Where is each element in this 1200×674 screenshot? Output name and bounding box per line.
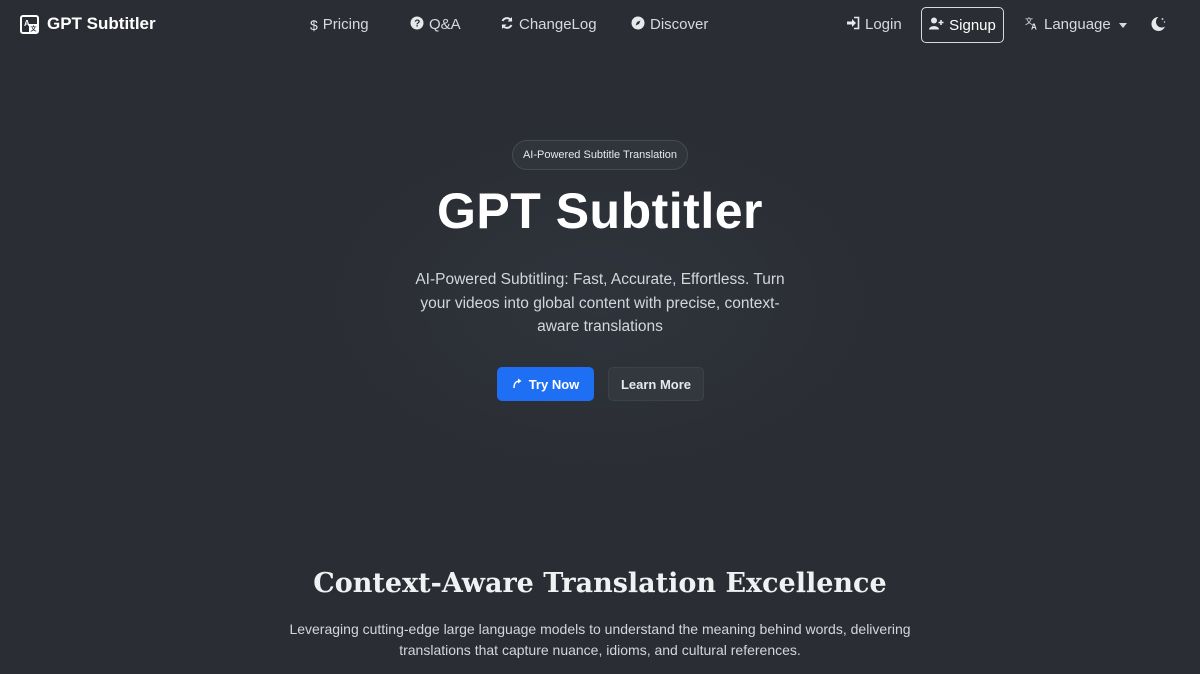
nav-changelog-label: ChangeLog bbox=[519, 16, 597, 33]
nav-pricing-label: Pricing bbox=[322, 16, 369, 33]
page: A 文 GPT Subtitler $ Pricing ? Q&A Change… bbox=[0, 0, 1200, 674]
chevron-down-icon bbox=[1118, 23, 1127, 28]
nav-discover[interactable]: Discover bbox=[631, 16, 731, 33]
nav-discover-label: Discover bbox=[650, 16, 709, 33]
login-arrow-icon bbox=[846, 16, 860, 33]
learn-more-button[interactable]: Learn More bbox=[608, 367, 704, 401]
language-dropdown[interactable]: 文A Language bbox=[1025, 16, 1127, 33]
signup-label: Signup bbox=[949, 16, 996, 34]
try-now-button[interactable]: Try Now bbox=[497, 367, 594, 401]
try-now-label: Try Now bbox=[528, 376, 580, 392]
hero-title: GPT Subtitler bbox=[437, 183, 763, 239]
moon-stars-icon bbox=[1149, 16, 1167, 37]
signup-button[interactable]: Signup bbox=[921, 7, 1004, 43]
section-description: Leveraging cutting-edge large language m… bbox=[289, 621, 911, 658]
brand-name: GPT Subtitler bbox=[47, 14, 156, 33]
compass-icon bbox=[631, 16, 645, 33]
nav-qa[interactable]: ? Q&A bbox=[410, 16, 490, 33]
nav-pricing[interactable]: $ Pricing bbox=[310, 16, 400, 33]
top-navbar: A 文 GPT Subtitler $ Pricing ? Q&A Change… bbox=[0, 0, 1200, 50]
svg-text:文: 文 bbox=[30, 25, 38, 32]
hero-subtitle: AI-Powered Subtitling: Fast, Accurate, E… bbox=[415, 271, 785, 335]
section-title: Context-Aware Translation Excellence bbox=[313, 568, 887, 599]
hero-badge: AI-Powered Subtitle Translation bbox=[512, 140, 688, 170]
login-label: Login bbox=[865, 16, 902, 33]
svg-text:?: ? bbox=[414, 19, 420, 30]
nav-changelog[interactable]: ChangeLog bbox=[500, 16, 610, 33]
theme-toggle-button[interactable] bbox=[1149, 15, 1167, 33]
translate-box-icon: A 文 bbox=[20, 14, 39, 34]
refresh-icon bbox=[500, 16, 514, 33]
login-link[interactable]: Login bbox=[846, 16, 902, 33]
user-plus-icon bbox=[929, 17, 944, 34]
dollar-icon: $ bbox=[310, 16, 318, 33]
translate-icon: 文A bbox=[1025, 16, 1039, 33]
svg-text:A: A bbox=[1031, 23, 1037, 31]
nav-qa-label: Q&A bbox=[429, 16, 461, 33]
question-circle-icon: ? bbox=[410, 16, 424, 33]
language-label: Language bbox=[1044, 16, 1111, 33]
arrow-up-right-icon bbox=[512, 377, 523, 392]
brand-logo[interactable]: A 文 GPT Subtitler bbox=[20, 14, 156, 34]
